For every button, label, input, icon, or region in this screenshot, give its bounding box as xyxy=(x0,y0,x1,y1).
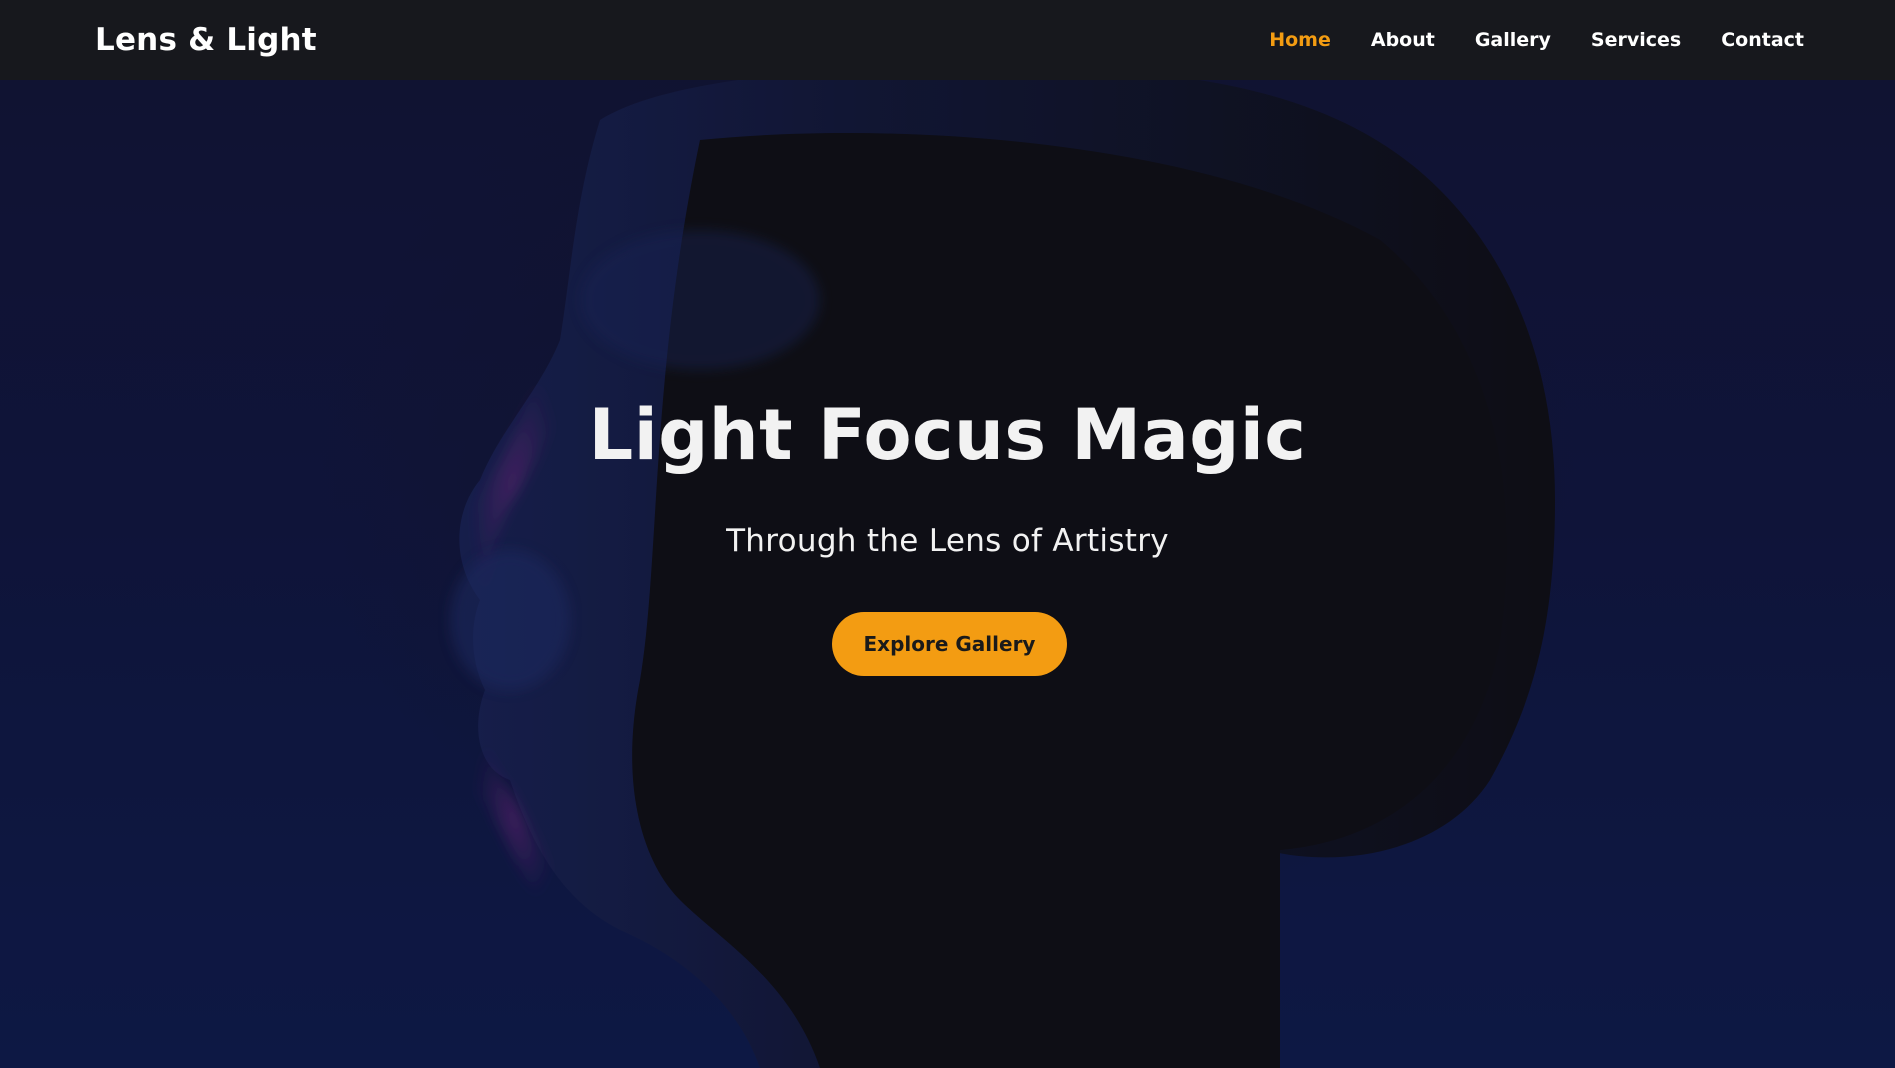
nav-link-home[interactable]: Home xyxy=(1269,29,1331,51)
top-navbar: Lens & Light Home About Gallery Services… xyxy=(0,0,1895,80)
main-nav: Home About Gallery Services Contact xyxy=(1269,29,1804,51)
nav-link-services[interactable]: Services xyxy=(1591,29,1681,51)
nav-link-about[interactable]: About xyxy=(1371,29,1435,51)
hero-subtitle: Through the Lens of Artistry xyxy=(726,523,1169,559)
hero-content: Light Focus Magic Through the Lens of Ar… xyxy=(0,80,1895,1068)
hero-title: Light Focus Magic xyxy=(588,394,1307,476)
nav-link-gallery[interactable]: Gallery xyxy=(1475,29,1551,51)
hero-section: Light Focus Magic Through the Lens of Ar… xyxy=(0,80,1895,1068)
explore-gallery-button[interactable]: Explore Gallery xyxy=(832,612,1067,676)
nav-link-contact[interactable]: Contact xyxy=(1721,29,1804,51)
brand-logo[interactable]: Lens & Light xyxy=(95,22,317,58)
